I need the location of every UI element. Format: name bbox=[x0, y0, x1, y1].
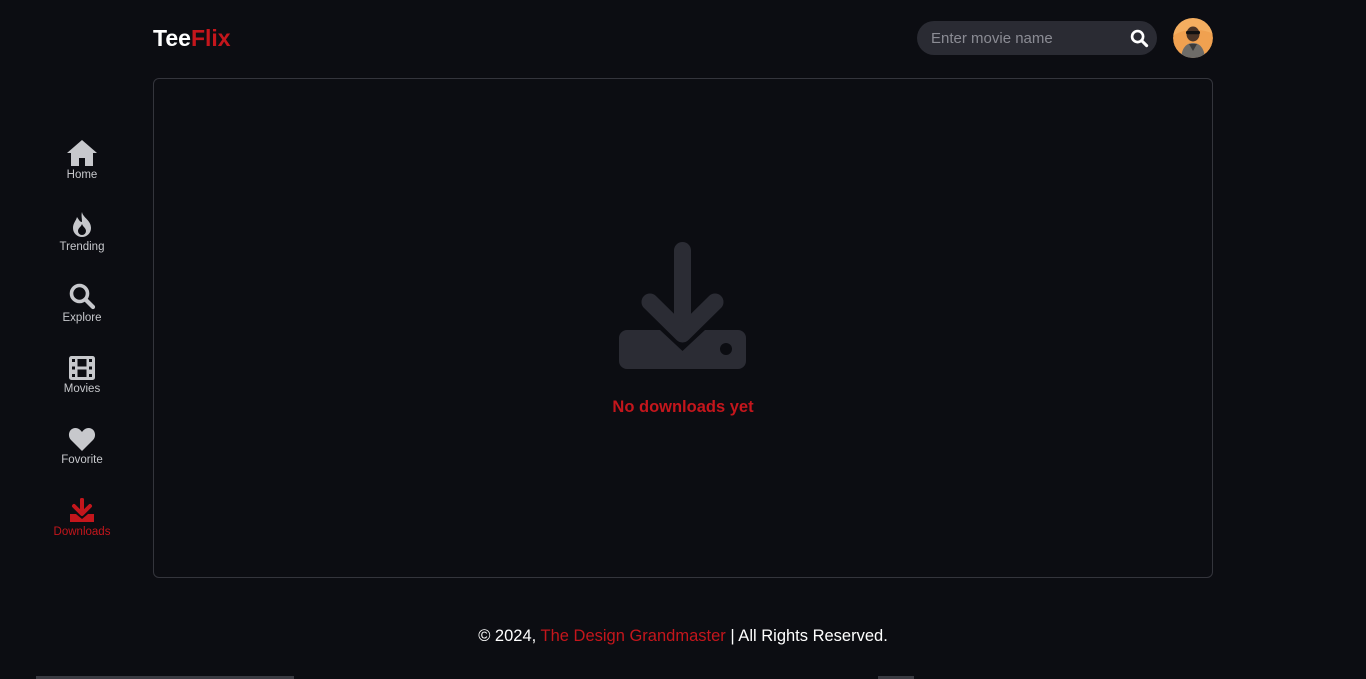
downloads-panel: No downloads yet bbox=[153, 78, 1213, 578]
sidebar-item-label: Home bbox=[66, 169, 98, 181]
logo[interactable]: TeeFlix bbox=[153, 25, 231, 52]
empty-state: No downloads yet bbox=[154, 239, 1212, 417]
footer-copyright: © 2024, bbox=[478, 627, 541, 645]
sidebar-item-label: Explore bbox=[62, 312, 102, 324]
sidebar-item-home[interactable]: Home bbox=[40, 135, 124, 185]
sidebar-item-label: Movies bbox=[63, 383, 101, 395]
search-icon bbox=[66, 278, 98, 310]
logo-text-flix: Flix bbox=[190, 25, 231, 51]
footer-rights: | All Rights Reserved. bbox=[725, 627, 888, 645]
sidebar-item-explore[interactable]: Explore bbox=[40, 278, 124, 328]
empty-state-message: No downloads yet bbox=[612, 398, 754, 416]
footer: © 2024, The Design Grandmaster | All Rig… bbox=[0, 627, 1366, 646]
download-tray-icon bbox=[618, 239, 748, 376]
search-icon[interactable] bbox=[1130, 28, 1149, 48]
search-input[interactable] bbox=[931, 29, 1130, 47]
sidebar-item-downloads[interactable]: Downloads bbox=[40, 492, 124, 542]
logo-text-tee: Tee bbox=[153, 25, 191, 51]
sidebar-item-label: Downloads bbox=[53, 526, 111, 538]
avatar[interactable] bbox=[1173, 18, 1213, 58]
film-icon bbox=[66, 349, 98, 381]
sidebar-item-favorite[interactable]: Fovorite bbox=[40, 420, 124, 470]
fire-icon bbox=[66, 207, 98, 239]
sidebar-item-label: Trending bbox=[59, 241, 105, 253]
heart-icon bbox=[66, 420, 98, 452]
download-icon bbox=[66, 492, 98, 524]
sidebar-item-label: Fovorite bbox=[61, 454, 103, 466]
sidebar-item-movies[interactable]: Movies bbox=[40, 349, 124, 399]
app-page: TeeFlix Home bbox=[0, 0, 1366, 679]
search-bar bbox=[917, 21, 1157, 55]
home-icon bbox=[66, 135, 98, 167]
sidebar-item-trending[interactable]: Trending bbox=[40, 207, 124, 257]
footer-brand-link[interactable]: The Design Grandmaster bbox=[541, 627, 726, 645]
